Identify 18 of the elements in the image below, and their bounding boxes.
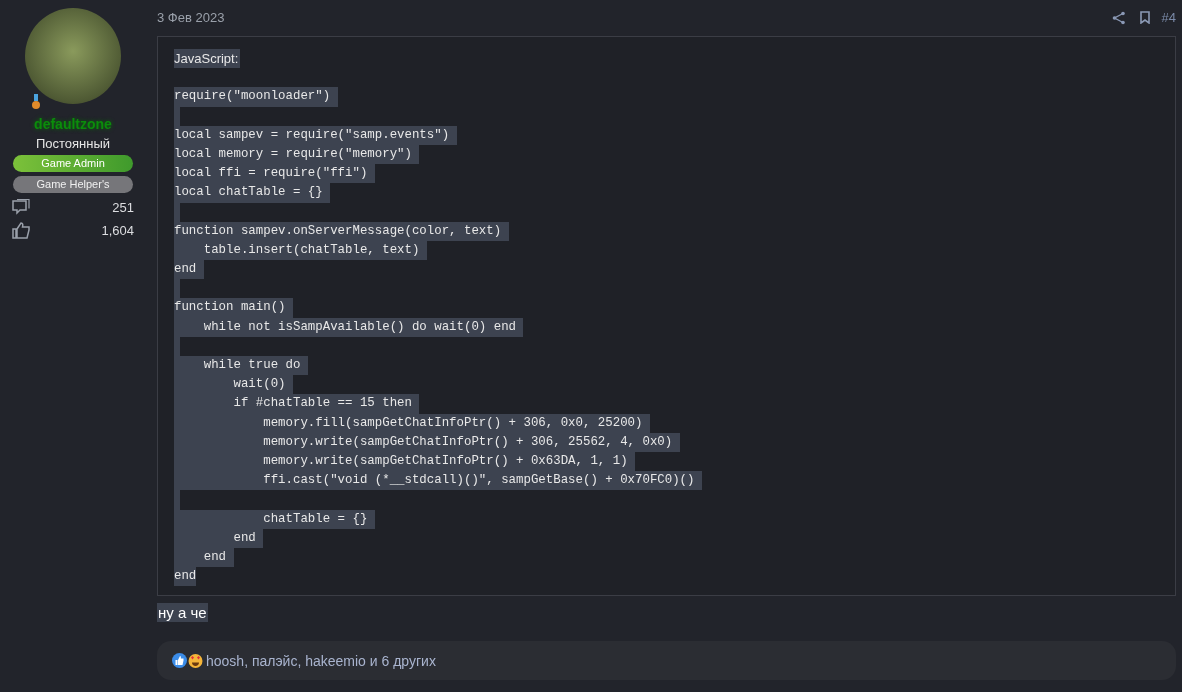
- stat-count: 251: [112, 200, 134, 215]
- bookmark-icon[interactable]: [1139, 11, 1150, 24]
- post-date[interactable]: 3 Фев 2023: [157, 10, 225, 25]
- user-title: Постоянный: [35, 136, 111, 151]
- heart-eyes-emoji-icon: [188, 653, 203, 669]
- message-text: ну а че: [157, 603, 208, 623]
- code-language-label: JavaScript:: [174, 49, 241, 69]
- thumbs-up-icon: [12, 222, 30, 239]
- user-banner: Game Admin: [13, 155, 133, 172]
- reactions-text[interactable]: hoosh, палэйс, hakeemio и 6 других: [206, 652, 436, 669]
- share-icon[interactable]: [1111, 10, 1126, 25]
- medal-icon: [31, 94, 41, 110]
- username[interactable]: defaultzone: [34, 116, 112, 132]
- messages-icon: [12, 199, 30, 216]
- like-reaction-icon: [172, 653, 187, 669]
- stat-count: 1,604: [101, 223, 134, 238]
- user-banner: Game Helper's: [13, 176, 133, 193]
- post-number[interactable]: #4: [1161, 10, 1176, 25]
